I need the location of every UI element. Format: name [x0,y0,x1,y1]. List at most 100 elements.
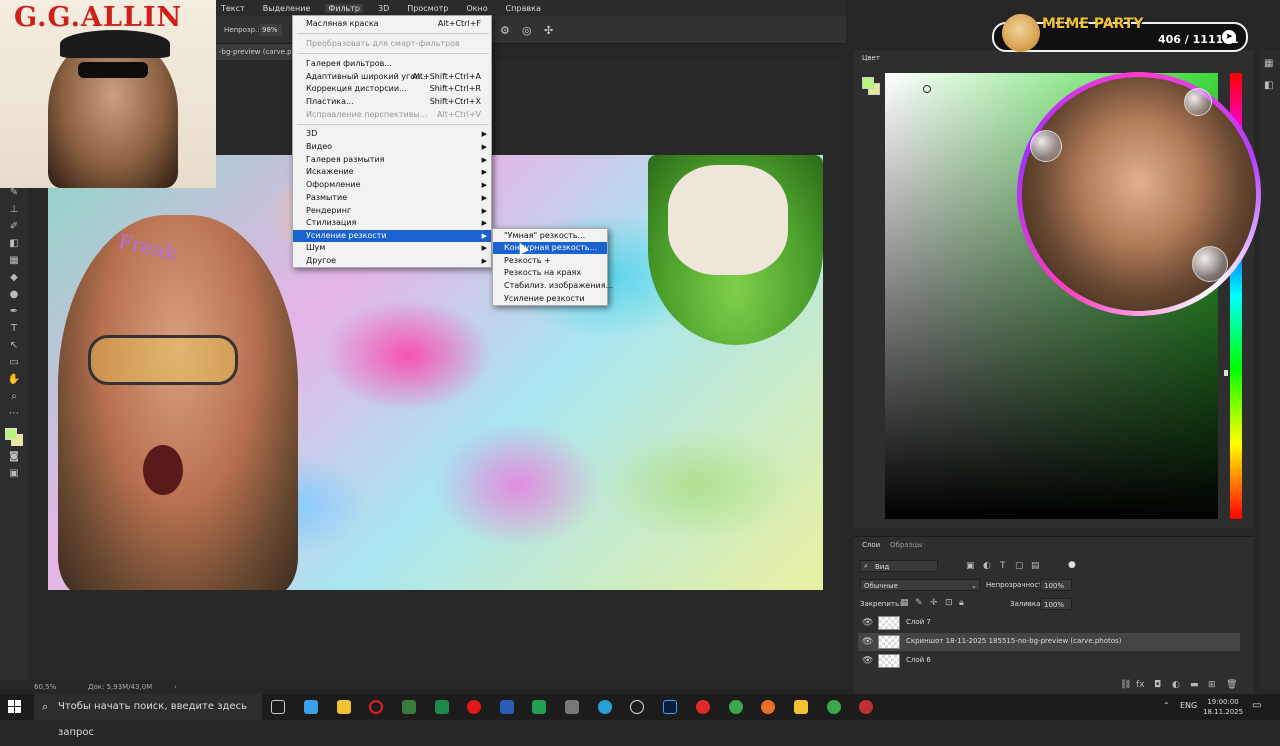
picker-marker-icon[interactable] [923,85,931,93]
menu-window[interactable]: Окно [463,4,490,13]
submenu-item-smart-sharpen[interactable]: "Умная" резкость... [493,230,607,242]
adjustment-icon[interactable]: ◐ [1172,680,1180,690]
lock-artboard-icon[interactable]: ⊡ [945,598,953,608]
filter-toggle-icon[interactable]: ● [1068,560,1076,570]
chrome-icon[interactable] [859,700,873,714]
more-tools-icon[interactable]: ⋯ [7,407,21,420]
menu-item-other[interactable]: Другое ▶ [293,255,491,267]
app-icon[interactable] [402,700,416,714]
photoshop-icon[interactable] [663,700,677,714]
layer-row[interactable]: 👁︎ Скриншот 18-11-2025 185515-no-bg-prev… [858,633,1240,651]
hand-icon[interactable]: ✋ [7,373,21,386]
new-layer-icon[interactable]: ⊞ [1208,680,1216,690]
mask-icon[interactable]: ◘ [1154,680,1161,690]
zoom-icon[interactable]: ⌕ [7,390,21,403]
screen-mode-icon[interactable]: ▣ [7,467,21,480]
windows-start-icon[interactable] [8,700,22,714]
opera-gx-icon[interactable] [369,700,383,714]
menu-item-adaptive-wide-angle[interactable]: Адаптивный широкий угол... Alt+Shift+Ctrl… [293,71,491,83]
layer-row[interactable]: 👁︎ Слой 6 [858,652,1240,670]
menu-item-liquify[interactable]: Пластика... Shift+Ctrl+X [293,96,491,108]
menu-item-video[interactable]: Видео ▶ [293,141,491,153]
notifications-icon[interactable]: ▭ [1252,700,1261,711]
layer-row[interactable]: 👁︎ Слой 7 [858,614,1240,632]
shape-icon[interactable]: ▭ [7,356,21,369]
app-icon[interactable] [565,700,579,714]
eye-icon[interactable]: 👁︎ [862,656,873,666]
chrome-icon[interactable] [729,700,743,714]
menu-item-stylize[interactable]: Стилизация ▶ [293,217,491,229]
lock-all-icon[interactable]: 🔒︎ [959,598,964,608]
app-icon[interactable] [304,700,318,714]
type-icon[interactable]: T [7,322,21,335]
menu-item-sharpen[interactable]: Усиление резкости ▶ [293,230,491,242]
symmetry-icon[interactable]: ✣ [544,24,553,37]
file-explorer-icon[interactable] [337,700,351,714]
input-language[interactable]: ENG [1180,701,1197,710]
filter-shape-icon[interactable]: ▢ [1015,561,1024,571]
submenu-item-sharpen[interactable]: Усиление резкости [493,293,607,305]
panel-grid-icon[interactable]: ▦ [1264,58,1273,69]
taskbar-search[interactable]: ⌕ Чтобы начать поиск, введите здесь запр… [34,694,262,738]
target-icon[interactable]: ◎ [522,24,532,37]
menu-item-pixelate[interactable]: Оформление ▶ [293,179,491,191]
path-select-icon[interactable]: ↖ [7,339,21,352]
chevron-up-icon[interactable]: ⌃ [1163,701,1170,710]
filter-adjust-icon[interactable]: ◐ [983,561,991,571]
menu-item-filter-gallery[interactable]: Галерея фильтров... [293,58,491,70]
word-icon[interactable] [500,700,514,714]
hue-slider-handle[interactable] [1224,370,1228,376]
color-panel-tab[interactable]: Цвет [862,54,880,62]
fx-icon[interactable]: fx [1136,680,1145,690]
media-player-icon[interactable] [532,700,546,714]
link-icon[interactable]: ⛓︎ [1120,680,1131,690]
excel-icon[interactable] [435,700,449,714]
menu-text[interactable]: Текст [218,4,248,13]
opacity-field[interactable]: 98% [260,24,282,36]
menu-item-blur[interactable]: Размытие ▶ [293,192,491,204]
layer-opacity-field[interactable]: 100% [1040,579,1072,591]
filter-type-icon[interactable]: T [1000,561,1006,571]
obs-icon[interactable] [630,700,644,714]
telegram-icon[interactable] [598,700,612,714]
blur-icon[interactable]: ◆ [7,271,21,284]
submenu-item-unsharp-mask[interactable]: Контурная резкость... [493,242,607,254]
menu-item-oil-paint[interactable]: Масляная краска Alt+Ctrl+F [293,18,491,30]
swatches-tab[interactable]: Образцы [890,541,923,549]
submenu-item-sharpen-more[interactable]: Резкость + [493,255,607,267]
lock-brush-icon[interactable]: ✎ [915,598,923,608]
yandex-icon[interactable] [696,700,710,714]
eye-icon[interactable]: 👁︎ [862,637,873,647]
menu-item-distort[interactable]: Искажение ▶ [293,166,491,178]
history-brush-icon[interactable]: ✐ [7,220,21,233]
firefox-icon[interactable] [761,700,775,714]
clock[interactable]: 19:00:00 18.11.2025 [1203,697,1243,717]
menu-item-noise[interactable]: Шум ▶ [293,242,491,254]
chevron-right-icon[interactable]: › [174,683,177,691]
eye-icon[interactable]: 👁︎ [862,618,873,628]
color-swatches[interactable] [5,428,23,446]
submenu-item-sharpen-edges[interactable]: Резкость на краях [493,267,607,279]
filter-image-icon[interactable]: ▣ [966,561,975,571]
submenu-item-shake-reduction[interactable]: Стабилиз. изображения... [493,280,613,292]
trash-icon[interactable]: 🗑︎ [1226,680,1237,690]
settings-icon[interactable]: ⚙ [500,24,510,37]
menu-item-3d[interactable]: 3D ▶ [293,128,491,140]
menu-item-lens-correction[interactable]: Коррекция дисторсии... Shift+Ctrl+R [293,83,491,95]
chrome-icon[interactable] [827,700,841,714]
layer-kind-filter[interactable]: ⌕ Вид [860,560,938,572]
eraser-icon[interactable]: ◧ [7,237,21,250]
lock-pixels-icon[interactable]: ▦ [900,598,909,608]
zoom-level[interactable]: 60,5% [34,683,56,691]
menu-select[interactable]: Выделение [260,4,314,13]
stamp-icon[interactable]: ⊥ [7,203,21,216]
menu-item-blur-gallery[interactable]: Галерея размытия ▶ [293,154,491,166]
gradient-icon[interactable]: ▦ [7,254,21,267]
filter-smart-icon[interactable]: ▤ [1031,561,1040,571]
layer-fill-field[interactable]: 100% [1040,598,1072,610]
panel-layers-icon[interactable]: ◧ [1264,80,1273,91]
opera-icon[interactable] [467,700,481,714]
menu-view[interactable]: Просмотр [404,4,451,13]
dodge-icon[interactable]: ● [7,288,21,301]
menu-filter[interactable]: Фильтр [325,3,364,13]
